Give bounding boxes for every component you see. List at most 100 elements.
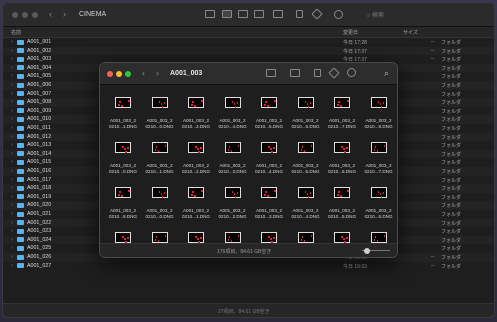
forward-arrow-icon[interactable]: ›	[156, 68, 159, 78]
file-item[interactable]: A001_003_2 0210...1.DNG	[142, 142, 178, 178]
file-name-line1: A001_003_2	[219, 208, 246, 213]
file-item[interactable]: A001_003_20210...8.DNG	[361, 97, 397, 133]
list-view-icon[interactable]	[222, 10, 232, 18]
tag-icon[interactable]	[311, 8, 323, 20]
file-kind: フォルダ	[441, 108, 462, 115]
disclosure-chevron-icon[interactable]: ›	[11, 56, 13, 62]
tag-icon[interactable]	[328, 67, 340, 79]
folder-icon	[17, 65, 24, 71]
file-item[interactable]: A001_003_2 0210...5.DNG	[324, 187, 360, 223]
zoom-button[interactable]	[32, 12, 38, 18]
group-icon[interactable]	[273, 10, 283, 18]
close-button[interactable]	[107, 71, 113, 77]
file-item[interactable]: A001_003_2 0210...0.DNG	[105, 142, 141, 178]
back-arrow-icon[interactable]: ‹	[49, 9, 52, 19]
file-item[interactable]: A001_003_2 0210...5.DNG	[251, 97, 287, 133]
zoom-button[interactable]	[125, 71, 131, 77]
disclosure-chevron-icon[interactable]: ›	[11, 65, 13, 71]
file-item[interactable]: A001_003_2 0210...4.DNG	[251, 142, 287, 178]
icon-size-slider-knob[interactable]	[364, 247, 370, 254]
dng-thumbnail	[115, 232, 131, 243]
file-item[interactable]: A001_003_20210...7.DNG	[397, 187, 398, 223]
disclosure-chevron-icon[interactable]: ›	[11, 73, 13, 79]
close-button[interactable]	[12, 12, 18, 18]
disclosure-chevron-icon[interactable]: ›	[11, 151, 13, 157]
disclosure-chevron-icon[interactable]: ›	[11, 91, 13, 97]
file-kind: フォルダ	[441, 263, 462, 270]
minimize-button[interactable]	[116, 71, 122, 77]
group-icon[interactable]	[290, 69, 300, 77]
file-item[interactable]: A001_003_2 0210...3.DNG	[178, 97, 214, 133]
file-item[interactable]: A001_003_20210...8.DNG	[397, 142, 398, 178]
file-item[interactable]: A001_003_20210...9.DNG	[105, 187, 141, 223]
file-item[interactable]: A001_003_2 0210...6.DNG	[324, 142, 360, 178]
disclosure-chevron-icon[interactable]: ›	[11, 237, 13, 243]
more-actions-icon[interactable]	[334, 10, 343, 19]
file-item[interactable]: A001_003_2 0210...6.DNG	[288, 97, 324, 133]
file-kind: フォルダ	[441, 48, 462, 55]
disclosure-chevron-icon[interactable]: ›	[11, 142, 13, 148]
folder-icon	[17, 82, 24, 88]
file-item[interactable]: A001_003_2 0210...0.DNG	[142, 97, 178, 133]
file-item[interactable]: A001_003_2 0210...3.DNG	[215, 142, 251, 178]
file-item[interactable]: A001_003_2 0210...0.DNG	[142, 187, 178, 223]
disclosure-chevron-icon[interactable]: ›	[11, 185, 13, 191]
file-date: 今日 17:37	[343, 48, 367, 55]
folder-icon	[17, 211, 24, 217]
search-field[interactable]: ⌕ 検索	[367, 10, 384, 20]
file-name-line2: 0210...4.DNG	[254, 169, 284, 174]
disclosure-chevron-icon[interactable]: ›	[11, 211, 13, 217]
file-item[interactable]: A001_003_2 0210...2.DNG	[178, 142, 214, 178]
back-arrow-icon[interactable]: ‹	[142, 68, 145, 78]
col-size[interactable]: サイズ	[403, 29, 418, 36]
more-actions-icon[interactable]	[347, 68, 356, 77]
file-item[interactable]: A001_003_2 0210...3.DNG	[251, 187, 287, 223]
col-date[interactable]: 変更日	[343, 29, 358, 36]
file-item[interactable]: A001_003_2 0210...1.DNG	[178, 187, 214, 223]
file-item[interactable]: A001_003_20210...9.DNG	[397, 97, 398, 133]
file-item[interactable]: A001_003_2 0210...6.DNG	[361, 187, 397, 223]
disclosure-chevron-icon[interactable]: ›	[11, 194, 13, 200]
view-mode-icon[interactable]	[266, 69, 276, 77]
disclosure-chevron-icon[interactable]: ›	[11, 125, 13, 131]
disclosure-chevron-icon[interactable]: ›	[11, 82, 13, 88]
file-item[interactable]: A001_003_20210...7.DNG	[361, 142, 397, 178]
disclosure-chevron-icon[interactable]: ›	[11, 48, 13, 54]
share-icon[interactable]	[296, 10, 303, 18]
file-item[interactable]: A001_003_2 0210...5.DNG	[288, 142, 324, 178]
file-item[interactable]: A001_003_2 0210...1.DNG	[105, 97, 141, 133]
disclosure-chevron-icon[interactable]: ›	[11, 168, 13, 174]
disclosure-chevron-icon[interactable]: ›	[11, 228, 13, 234]
minimize-button[interactable]	[22, 12, 28, 18]
file-item[interactable]: A001_003_2 0210...4.DNG	[288, 187, 324, 223]
col-name[interactable]: 名前	[11, 29, 21, 36]
disclosure-chevron-icon[interactable]: ›	[11, 202, 13, 208]
file-name-line2: 0210...3.DNG	[181, 124, 211, 129]
search-icon[interactable]: ⌕	[384, 68, 389, 79]
file-item[interactable]: A001_003_2 0210...2.DNG	[215, 187, 251, 223]
file-name-line1: A001_003_2	[292, 163, 319, 168]
list-item[interactable]: › A001_027 今日 19:03 -- フォルダ	[3, 262, 494, 271]
disclosure-chevron-icon[interactable]: ›	[11, 116, 13, 122]
disclosure-chevron-icon[interactable]: ›	[11, 245, 13, 251]
list-item[interactable]: › A001_001 今日 17:28 -- フォルダ	[3, 38, 494, 47]
list-item[interactable]: › A001_002 今日 17:37 -- フォルダ	[3, 46, 494, 56]
disclosure-chevron-icon[interactable]: ›	[11, 220, 13, 226]
disclosure-chevron-icon[interactable]: ›	[11, 108, 13, 114]
disclosure-chevron-icon[interactable]: ›	[11, 177, 13, 183]
disclosure-chevron-icon[interactable]: ›	[11, 99, 13, 105]
file-name-line2: 0210...0.DNG	[145, 214, 174, 219]
file-item[interactable]: A001_003_2 0210...4.DNG	[215, 97, 251, 133]
share-icon[interactable]	[314, 69, 321, 77]
file-name-line1: A001_003_2	[365, 118, 392, 123]
disclosure-chevron-icon[interactable]: ›	[11, 159, 13, 165]
disclosure-chevron-icon[interactable]: ›	[11, 134, 13, 140]
column-view-icon[interactable]	[238, 10, 248, 18]
disclosure-chevron-icon[interactable]: ›	[11, 39, 13, 45]
icon-view-icon[interactable]	[205, 10, 215, 18]
disclosure-chevron-icon[interactable]: ›	[11, 263, 13, 269]
disclosure-chevron-icon[interactable]: ›	[11, 254, 13, 260]
file-item[interactable]: A001_003_20210...7.DNG	[324, 97, 360, 133]
gallery-view-icon[interactable]	[254, 10, 264, 18]
forward-arrow-icon[interactable]: ›	[63, 9, 66, 19]
